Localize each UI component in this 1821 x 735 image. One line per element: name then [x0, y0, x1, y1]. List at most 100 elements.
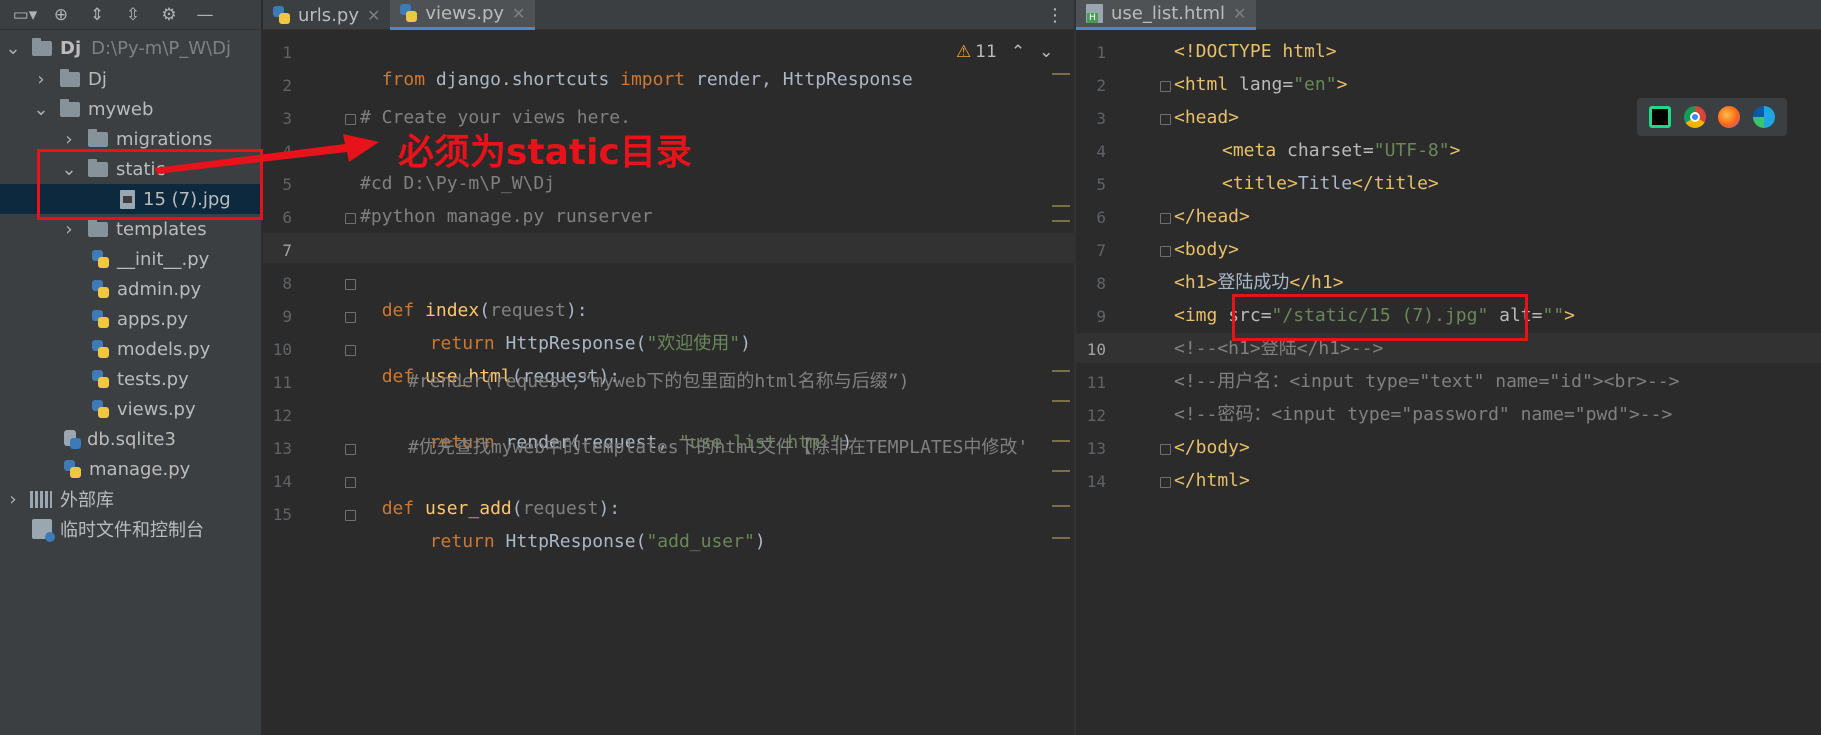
line-number[interactable]: 7 — [1070, 241, 1106, 260]
line-number[interactable]: 7 — [256, 241, 292, 260]
warning-stripe[interactable] — [1052, 370, 1070, 372]
tree-item-apps[interactable]: apps.py — [0, 304, 262, 334]
fold-marker[interactable] — [345, 345, 356, 356]
line-number[interactable]: 12 — [1070, 406, 1106, 425]
expand-all-icon[interactable]: ⇕ — [86, 4, 108, 26]
close-icon[interactable]: ✕ — [512, 4, 525, 23]
tree-item-models[interactable]: models.py — [0, 334, 262, 364]
html-line-8[interactable]: <h1>登陆成功</h1> — [1174, 269, 1344, 297]
code-line-15[interactable]: return HttpResponse("add_user") — [408, 500, 766, 552]
html-line-1[interactable]: <!DOCTYPE html> — [1174, 38, 1337, 66]
tree-item-external-libs[interactable]: › 外部库 — [0, 484, 262, 514]
edge-icon[interactable] — [1752, 106, 1775, 128]
code-line-11[interactable]: #render(request,“myweb下的包里面的html名称与后缀”) — [408, 368, 909, 396]
chevron-up-icon[interactable]: ⌃ — [1011, 42, 1025, 62]
project-view-icon[interactable]: ▭▾ — [13, 4, 38, 26]
code-line-14[interactable]: def user_add(request): — [360, 467, 620, 519]
warning-stripe[interactable] — [1052, 440, 1070, 442]
firefox-icon[interactable] — [1718, 106, 1741, 128]
hide-icon[interactable]: — — [194, 4, 216, 26]
html-line-7[interactable]: <body> — [1174, 236, 1239, 264]
warning-stripe[interactable] — [1052, 400, 1070, 402]
code-line-9[interactable]: return HttpResponse("欢迎使用") — [408, 302, 751, 354]
html-line-12[interactable]: <!--密码：<input type="password" name="pwd"… — [1174, 401, 1672, 429]
warning-stripe[interactable] — [1052, 73, 1070, 75]
line-number[interactable]: 13 — [256, 439, 292, 458]
fold-marker[interactable] — [1160, 81, 1171, 92]
line-number[interactable]: 2 — [1070, 76, 1106, 95]
chevron-right-icon[interactable]: › — [6, 489, 20, 510]
line-number[interactable]: 4 — [1070, 142, 1106, 161]
chevron-right-icon[interactable]: › — [34, 69, 48, 90]
warning-stripe[interactable] — [1052, 537, 1070, 539]
code-line-8[interactable]: def index(request): — [360, 269, 588, 321]
line-number[interactable]: 12 — [256, 406, 292, 425]
tab-use-list[interactable]: use_list.html ✕ — [1076, 0, 1257, 30]
html-line-2[interactable]: <html lang="en"> — [1174, 71, 1347, 99]
html-line-4[interactable]: <meta charset="UTF-8"> — [1222, 137, 1460, 165]
gear-icon[interactable]: ⚙ — [158, 4, 180, 26]
more-icon[interactable]: ⋮ — [1046, 5, 1064, 26]
line-number[interactable]: 10 — [256, 340, 292, 359]
line-number[interactable]: 3 — [1070, 109, 1106, 128]
collapse-all-icon[interactable]: ⇳ — [122, 4, 144, 26]
chevron-down-icon[interactable]: ⌄ — [33, 99, 48, 120]
fold-marker[interactable] — [345, 510, 356, 521]
line-number[interactable]: 6 — [1070, 208, 1106, 227]
tab-menu-button[interactable]: ⋮ — [1036, 0, 1074, 30]
locate-icon[interactable]: ⊕ — [50, 4, 72, 26]
fold-marker[interactable] — [345, 444, 356, 455]
chrome-icon[interactable] — [1683, 106, 1706, 128]
close-icon[interactable]: ✕ — [367, 6, 380, 25]
tree-item-scratches[interactable]: 临时文件和控制台 — [0, 514, 262, 544]
html-line-5[interactable]: <title>Title</title> — [1222, 170, 1439, 198]
line-number[interactable]: 9 — [1070, 307, 1106, 326]
line-number[interactable]: 10 — [1070, 340, 1106, 359]
chevron-down-icon[interactable]: ⌄ — [5, 38, 20, 59]
pycharm-icon[interactable] — [1649, 106, 1672, 128]
line-number[interactable]: 1 — [1070, 43, 1106, 62]
tree-item-admin[interactable]: admin.py — [0, 274, 262, 304]
code-line-10[interactable]: def use_html(request): — [360, 335, 620, 387]
warning-stripe[interactable] — [1052, 505, 1070, 507]
line-number[interactable]: 14 — [1070, 472, 1106, 491]
line-number[interactable]: 1 — [256, 43, 292, 62]
html-line-14[interactable]: </html> — [1174, 467, 1250, 495]
html-line-11[interactable]: <!--用户名：<input type="text" name="id"><br… — [1174, 368, 1679, 396]
code-line-6[interactable]: #python manage.py runserver — [360, 203, 653, 231]
inspection-widget[interactable]: ⚠ 11 ⌃ ⌄ — [956, 42, 1053, 62]
fold-marker[interactable] — [345, 279, 356, 290]
line-number[interactable]: 13 — [1070, 439, 1106, 458]
chevron-down-icon[interactable]: ⌄ — [1039, 42, 1053, 62]
tree-item-root[interactable]: ⌄ Dj D:\Py-m\P_W\Dj — [0, 33, 262, 63]
tab-urls[interactable]: urls.py ✕ — [263, 0, 390, 30]
fold-marker[interactable] — [1160, 444, 1171, 455]
html-line-6[interactable]: </head> — [1174, 203, 1250, 231]
html-line-3[interactable]: <head> — [1174, 104, 1239, 132]
tree-item-db[interactable]: db.sqlite3 — [0, 424, 262, 454]
fold-marker[interactable] — [345, 477, 356, 488]
warning-stripe[interactable] — [1052, 205, 1070, 207]
tree-item-myweb[interactable]: ⌄ myweb — [0, 94, 262, 124]
line-number[interactable]: 8 — [1070, 274, 1106, 293]
tab-views[interactable]: views.py ✕ — [390, 0, 536, 30]
tree-item-tests[interactable]: tests.py — [0, 364, 262, 394]
fold-marker[interactable] — [1160, 213, 1171, 224]
tree-item-init[interactable]: __init__.py — [0, 244, 262, 274]
tree-item-manage[interactable]: manage.py — [0, 454, 262, 484]
line-number[interactable]: 2 — [256, 76, 292, 95]
warning-stripe[interactable] — [1052, 470, 1070, 472]
line-number[interactable]: 11 — [1070, 373, 1106, 392]
code-line-1[interactable]: from django.shortcuts import render, Htt… — [360, 38, 913, 90]
tree-item-dj[interactable]: › Dj — [0, 64, 262, 94]
fold-marker[interactable] — [1160, 114, 1171, 125]
fold-marker[interactable] — [1160, 246, 1171, 257]
html-line-13[interactable]: </body> — [1174, 434, 1250, 462]
line-number[interactable]: 14 — [256, 472, 292, 491]
fold-marker[interactable] — [345, 312, 356, 323]
tree-item-views[interactable]: views.py — [0, 394, 262, 424]
code-line-12[interactable]: return render(request, "use_list.html") — [408, 401, 853, 453]
chevron-right-icon[interactable]: › — [62, 129, 76, 150]
line-number[interactable]: 9 — [256, 307, 292, 326]
line-number[interactable]: 11 — [256, 373, 292, 392]
